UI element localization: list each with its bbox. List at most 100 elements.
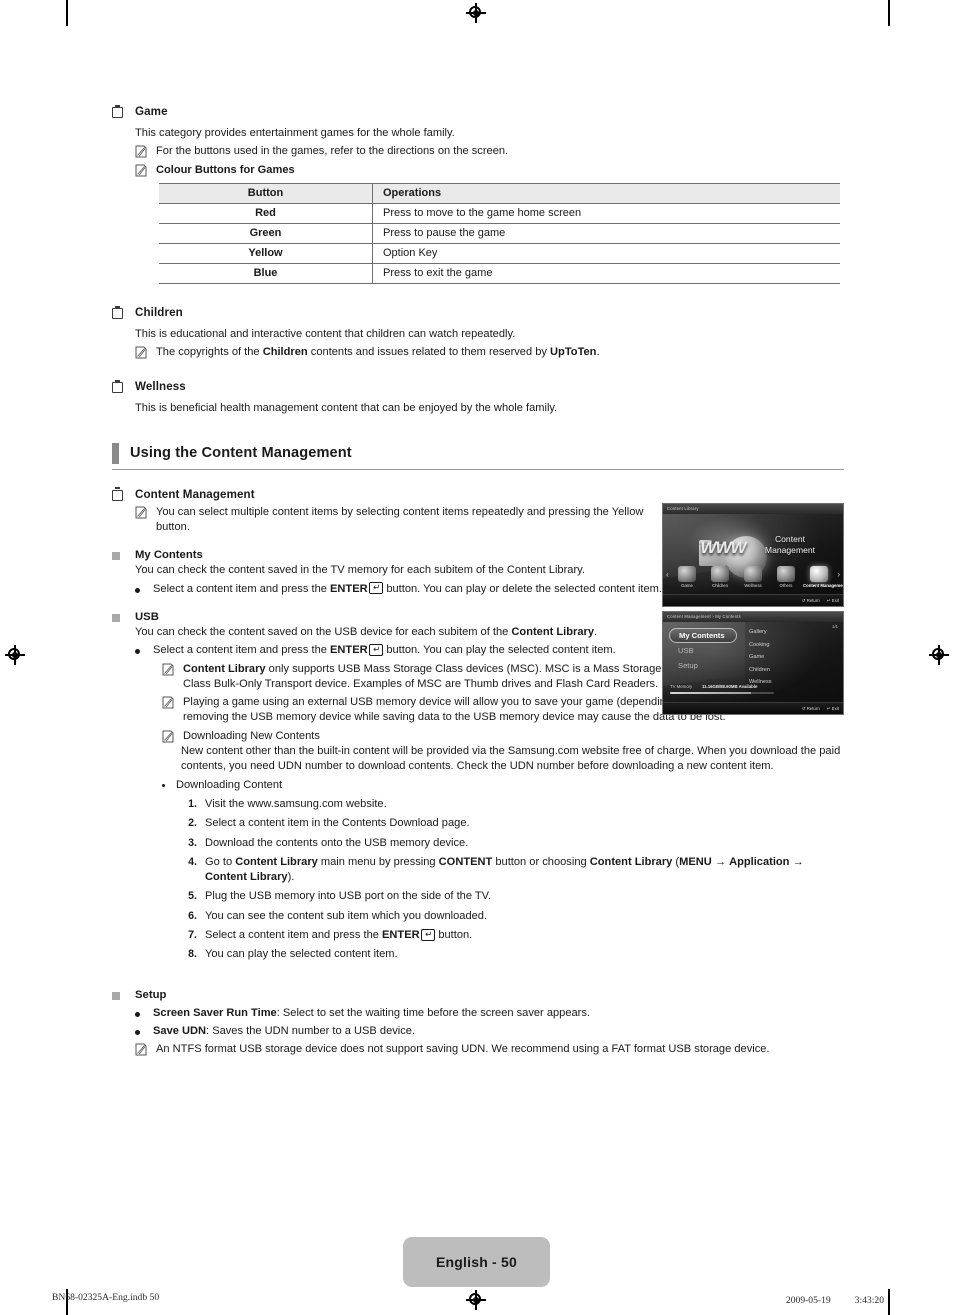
content-management-note: You can select multiple content items by… [135, 505, 665, 536]
note-icon [162, 696, 174, 709]
setup-bullet-2-text: Save UDN: Saves the UDN number to a USB … [153, 1024, 844, 1039]
section-heading-wellness: Wellness [112, 379, 844, 394]
usb-note-3-body: New content other than the built-in cont… [181, 745, 841, 773]
wellness-icon [744, 566, 762, 582]
wellness-intro: This is beneficial health management con… [135, 402, 558, 415]
return-hint[interactable]: ↺ Return [802, 706, 820, 712]
tv-item-label: Children [711, 583, 728, 588]
enter-key-icon: ↵ [421, 928, 436, 941]
my-contents-intro: You can check the content saved in the T… [135, 564, 585, 577]
children-intro: This is educational and interactive cont… [135, 327, 516, 340]
exit-hint[interactable]: ↵ Exit [827, 706, 839, 712]
list-item: 6. You can see the content sub item whic… [181, 909, 844, 924]
heading-text-setup: Setup [135, 988, 167, 1001]
table-cell-button: Blue [159, 263, 373, 284]
downloading-content-label: Downloading Content [176, 778, 283, 791]
return-hint[interactable]: ↺ Return [802, 598, 820, 604]
footer-timestamp: 2009-05-19 3:43:20 [785, 1295, 884, 1306]
table-cell-button: Yellow [159, 243, 373, 264]
document-page: Game This category provides entertainmen… [0, 0, 954, 1315]
game-note-1: For the buttons used in the games, refer… [135, 144, 844, 159]
usb-note-1: Content Library only supports USB Mass S… [162, 662, 667, 693]
setup-bullet-1-rest: : Select to set the waiting time before … [276, 1006, 590, 1019]
exit-hint[interactable]: ↵ Exit [827, 598, 839, 604]
tv-menu-column: My Contents USB Setup [669, 628, 737, 673]
step-number: 3. [188, 836, 197, 849]
step-text: Download the contents onto the USB memor… [205, 836, 469, 849]
enter-key-icon: ↵ [369, 643, 384, 656]
subitem-game[interactable]: Game [749, 654, 772, 660]
setup-bullet-2: Save UDN: Saves the UDN number to a USB … [135, 1024, 844, 1039]
section-heading-content-management: Content Management [112, 487, 844, 502]
subitem-children[interactable]: Children [749, 667, 772, 673]
tv-main-label-line2: Management [764, 545, 816, 555]
table-row: Red Press to move to the game home scree… [159, 203, 840, 224]
table-row: Yellow Option Key [159, 243, 840, 264]
table-cell-button: Red [159, 203, 373, 224]
note-icon [162, 730, 174, 743]
tv-item-label: Others [779, 583, 793, 588]
tv-footer-hints: ↺ Return ↵ Exit [802, 598, 839, 604]
children-note-text: The copyrights of the Children contents … [156, 346, 600, 359]
game-note-1-text: For the buttons used in the games, refer… [156, 145, 509, 158]
tv-main-label: Content Management [747, 534, 833, 556]
crop-mark-bottom-right [888, 1289, 890, 1315]
footer-file-name: BN68-02325A-Eng.indb 50 [52, 1292, 160, 1303]
setup-bullet-1: Screen Saver Run Time: Select to set the… [135, 1006, 844, 1021]
my-contents-bullet: Select a content item and press the ENTE… [135, 582, 665, 597]
step-text: Plug the USB memory into USB port on the… [205, 890, 492, 903]
game-note-2-text: Colour Buttons for Games [156, 163, 295, 176]
tv-item-children[interactable]: Children [704, 566, 736, 588]
tv-footer-hints: ↺ Return ↵ Exit [802, 706, 839, 712]
setup-bullet-2-bold: Save UDN [153, 1024, 207, 1037]
list-item: 2. Select a content item in the Contents… [181, 816, 844, 831]
section-heading-setup: Setup [112, 988, 844, 1003]
tv-title-text: Content Management › My Contents [667, 613, 741, 619]
carousel-next-icon[interactable]: › [837, 570, 840, 579]
downloading-content-label-row: Downloading Content [162, 778, 844, 793]
note-icon [135, 346, 147, 359]
my-contents-bullet-text: Select a content item and press the ENTE… [153, 582, 663, 595]
list-item: 5. Plug the USB memory into USB port on … [181, 889, 844, 904]
others-icon [777, 566, 795, 582]
section-heading-game: Game [112, 104, 844, 119]
table-cell-operation: Press to exit the game [372, 263, 840, 284]
menu-item-usb[interactable]: USB [669, 643, 737, 658]
table-row: Blue Press to exit the game [159, 263, 840, 284]
screenshot-content-library: WWW Content Library Content Management ‹… [662, 503, 844, 607]
colour-buttons-table: Button Operations Red Press to move to t… [159, 182, 840, 284]
step-text: You can play the selected content item. [205, 948, 398, 961]
registration-mark-top [466, 3, 486, 23]
list-item: 1. Visit the www.samsung.com website. [181, 797, 844, 812]
crop-mark-top-right [888, 0, 890, 26]
screenshot-content-management: Content Management › My Contents 1/1 My … [662, 611, 844, 715]
carousel-prev-icon[interactable]: ‹ [666, 570, 669, 579]
menu-item-my-contents[interactable]: My Contents [669, 628, 737, 643]
tv-item-others[interactable]: Others [770, 566, 802, 588]
round-bullet-icon [135, 587, 140, 593]
usb-note-3-title: Downloading New Contents [183, 729, 320, 742]
tv-item-label: Wellness [744, 583, 762, 588]
tv-memory-bar [670, 691, 774, 694]
step-number: 6. [188, 909, 197, 922]
tv-item-game[interactable]: Game [671, 566, 703, 588]
menu-item-setup[interactable]: Setup [669, 658, 737, 673]
tv-item-wellness[interactable]: Wellness [737, 566, 769, 588]
page-number-text: English - 50 [436, 1254, 517, 1270]
subitem-gallery[interactable]: Gallery [749, 629, 772, 635]
registration-mark-left [5, 645, 25, 665]
tv-item-content-management[interactable]: Content Management [803, 566, 843, 588]
heading-text-wellness: Wellness [135, 380, 186, 394]
round-bullet-icon [135, 1011, 140, 1017]
setup-bullet-2-rest: : Saves the UDN number to a USB device. [206, 1024, 416, 1037]
round-bullet-icon [135, 649, 140, 655]
content-management-note-text: You can select multiple content items by… [156, 505, 644, 534]
tv-main-label-line1: Content [774, 534, 806, 544]
tv-icon-row: Game Children Wellness Others Content Ma… [671, 566, 843, 588]
banner-title: Using the Content Management [130, 445, 352, 462]
subitem-cooking[interactable]: Cooking [749, 642, 772, 648]
filled-square-bullet-icon [112, 613, 120, 622]
heading-text-content-management: Content Management [135, 487, 255, 501]
children-icon [711, 566, 729, 582]
heading-text-game: Game [135, 105, 168, 118]
